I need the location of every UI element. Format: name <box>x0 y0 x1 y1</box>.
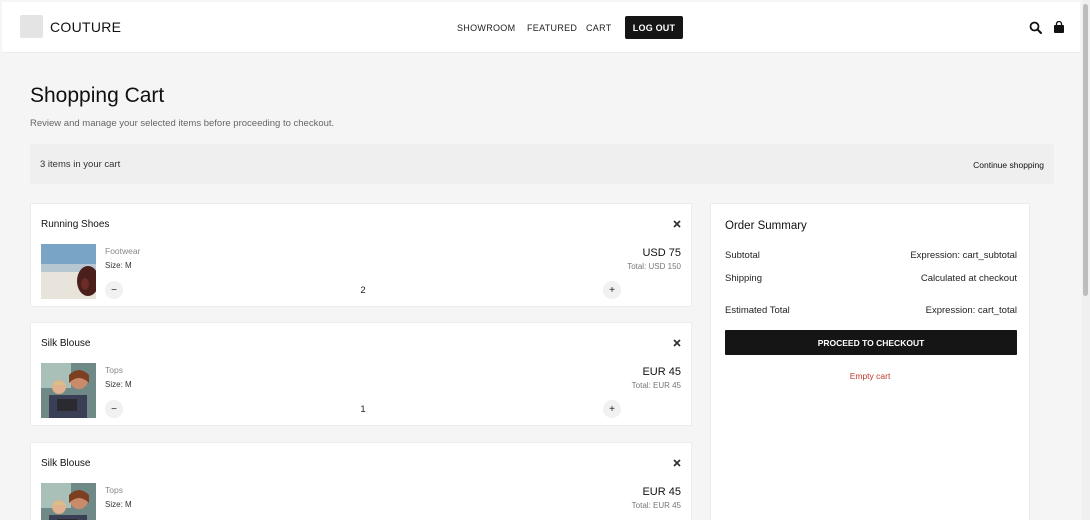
item-name[interactable]: Silk Blouse <box>41 458 90 469</box>
item-count: 3 items in your cart <box>40 159 121 170</box>
cart-count-bar: 3 items in your cart Continue shopping <box>30 144 1054 184</box>
item-price: EUR 45 <box>642 366 681 378</box>
quantity-value: 2 <box>360 285 366 296</box>
quantity-decrease-button[interactable]: − <box>105 400 123 418</box>
item-price: EUR 45 <box>642 486 681 498</box>
close-icon[interactable] <box>673 339 681 347</box>
item-total: Total: EUR 45 <box>631 501 681 510</box>
item-size: Size: M <box>105 380 132 389</box>
item-image[interactable] <box>41 483 96 520</box>
shopping-bag-icon[interactable] <box>1053 21 1065 34</box>
shipping-value: Calculated at checkout <box>920 273 1017 284</box>
search-icon[interactable] <box>1029 21 1042 34</box>
page-title: Shopping Cart <box>30 84 165 107</box>
logo-image[interactable] <box>20 15 43 38</box>
item-category: Tops <box>105 365 123 375</box>
estimated-total-label: Estimated Total <box>725 305 790 316</box>
subtotal-value: Expression: cart_subtotal <box>910 250 1017 261</box>
empty-cart-button[interactable]: Empty cart <box>711 371 1029 381</box>
site-header: COUTURE SHOWROOM FEATURED CART LOG OUT <box>2 2 1080 53</box>
plus-icon: + <box>609 284 615 296</box>
quantity-increase-button[interactable]: + <box>603 281 621 299</box>
scrollbar-thumb[interactable] <box>1083 4 1088 296</box>
item-category: Tops <box>105 485 123 495</box>
estimated-total-value: Expression: cart_total <box>925 305 1017 316</box>
order-summary: Order Summary Subtotal Expression: cart_… <box>710 203 1030 520</box>
brand-name[interactable]: COUTURE <box>50 19 121 35</box>
page-subtitle: Review and manage your selected items be… <box>30 118 335 129</box>
item-total: Total: EUR 45 <box>631 381 681 390</box>
plus-icon: + <box>609 403 615 415</box>
item-name[interactable]: Silk Blouse <box>41 338 90 349</box>
subtotal-label: Subtotal <box>725 250 760 261</box>
item-total: Total: USD 150 <box>627 262 681 271</box>
continue-shopping-link[interactable]: Continue shopping <box>973 160 1044 170</box>
quantity-decrease-button[interactable]: − <box>105 281 123 299</box>
item-image[interactable] <box>41 363 96 418</box>
item-category: Footwear <box>105 246 141 256</box>
item-size: Size: M <box>105 500 132 509</box>
nav-cart[interactable]: CART <box>586 23 612 33</box>
shipping-label: Shipping <box>725 273 762 284</box>
item-price: USD 75 <box>642 247 681 259</box>
close-icon[interactable] <box>673 459 681 467</box>
app-window: COUTURE SHOWROOM FEATURED CART LOG OUT S… <box>2 2 1080 520</box>
quantity-value: 1 <box>360 404 366 415</box>
summary-title: Order Summary <box>725 220 807 232</box>
quantity-increase-button[interactable]: + <box>603 400 621 418</box>
logout-button[interactable]: LOG OUT <box>625 16 683 39</box>
cart-item: Silk Blouse Tops Size: M EUR 45 Total: E… <box>30 442 692 520</box>
minus-icon: − <box>111 284 117 296</box>
item-size: Size: M <box>105 261 132 270</box>
minus-icon: − <box>111 403 117 415</box>
cart-item: Silk Blouse Tops Size: M EUR 45 Total: E… <box>30 322 692 426</box>
cart-item: Running Shoes Footwear Size: M USD 75 To… <box>30 203 692 307</box>
close-icon[interactable] <box>673 220 681 228</box>
nav-featured[interactable]: FEATURED <box>527 23 577 33</box>
nav-showroom[interactable]: SHOWROOM <box>457 23 515 33</box>
item-name[interactable]: Running Shoes <box>41 219 109 230</box>
proceed-to-checkout-button[interactable]: PROCEED TO CHECKOUT <box>725 330 1017 355</box>
item-image[interactable] <box>41 244 96 299</box>
